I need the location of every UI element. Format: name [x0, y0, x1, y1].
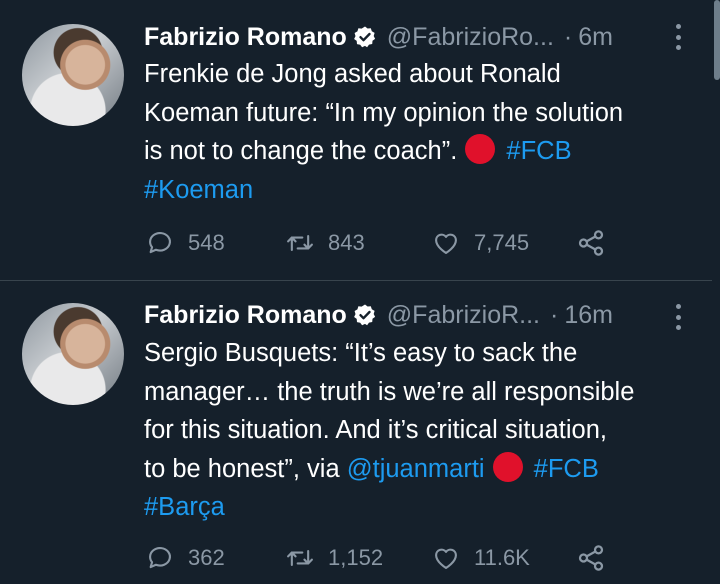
tweet-line: #Barça: [144, 488, 699, 527]
reply-button[interactable]: 362: [146, 544, 286, 572]
retweet-button[interactable]: 843: [286, 229, 432, 257]
tweet-line: Koeman future: “In my opinion the soluti…: [144, 98, 624, 127]
author-handle[interactable]: @FabrizioR...: [387, 301, 540, 330]
tweet-line: for this situation. And it’s critical si…: [144, 416, 607, 444]
reply-icon: [149, 547, 171, 569]
tweet-actions: 362 1,152 11.6K: [146, 543, 606, 573]
tweet-header: Fabrizio Romano @FabrizioR... · 16m: [144, 298, 613, 332]
reply-icon: [149, 232, 171, 254]
avatar[interactable]: [22, 303, 124, 405]
tweet-line-text: to be honest”, via: [144, 454, 347, 483]
tweet-line: is not to change the coach”. #FCB: [144, 132, 699, 171]
hashtag-link[interactable]: #FCB: [534, 455, 599, 483]
author-name[interactable]: Fabrizio Romano: [144, 23, 347, 52]
tweet-line: to be honest”, via @tjuanmarti #FCB: [144, 450, 699, 489]
like-count: 11.6K: [474, 545, 530, 570]
like-icon: [435, 233, 457, 254]
author-name[interactable]: Fabrizio Romano: [144, 301, 347, 330]
retweet-count: 843: [328, 230, 365, 255]
tweet-text: Frenkie de Jong asked about Ronald Koema…: [144, 55, 699, 209]
share-icon: [578, 230, 604, 256]
tweet-header: Fabrizio Romano @FabrizioRo... · 6m: [144, 20, 613, 54]
timestamp[interactable]: 16m: [564, 301, 613, 330]
red-circle-emoji: [465, 134, 496, 164]
tweet-line: Sergio Busquets: “It’s easy to sack the: [144, 339, 578, 367]
avatar[interactable]: [22, 24, 124, 126]
separator: ·: [563, 22, 573, 51]
share-button[interactable]: [576, 543, 606, 573]
verified-badge-icon: [353, 304, 375, 326]
reply-count: 548: [188, 230, 225, 255]
verified-badge-icon: [353, 26, 375, 48]
separator: ·: [549, 300, 559, 329]
more-options-icon[interactable]: [674, 24, 682, 50]
tweet-line-text: is not to change the coach”.: [144, 137, 458, 165]
red-circle-emoji: [492, 451, 523, 482]
more-options-icon[interactable]: [674, 304, 682, 330]
tweet[interactable]: Fabrizio Romano @FabrizioRo... · 6m Fren…: [0, 0, 712, 280]
like-count: 7,745: [474, 230, 530, 255]
tweet-line: Frenkie de Jong asked about Ronald: [144, 60, 561, 88]
tweet-actions: 548 843 7,745: [146, 228, 606, 258]
hashtag-link[interactable]: #FCB: [506, 137, 571, 165]
tweet[interactable]: Fabrizio Romano @FabrizioR... · 16m Serg…: [0, 281, 712, 584]
retweet-button[interactable]: 1,152: [286, 544, 432, 572]
tweet-line: #Koeman: [144, 171, 699, 210]
like-button[interactable]: 7,745: [432, 229, 576, 257]
retweet-icon: [287, 549, 313, 567]
mention-link[interactable]: @tjuanmarti: [347, 455, 485, 483]
reply-button[interactable]: 548: [146, 229, 286, 257]
retweet-icon: [287, 234, 313, 252]
share-button[interactable]: [576, 228, 606, 258]
hashtag-link[interactable]: #Barça: [144, 493, 225, 521]
tweet-line: manager… the truth is we’re all responsi…: [144, 377, 635, 406]
reply-count: 362: [188, 545, 225, 570]
like-icon: [435, 548, 457, 569]
tweet-text: Sergio Busquets: “It’s easy to sack the …: [144, 334, 699, 527]
hashtag-link[interactable]: #Koeman: [144, 176, 253, 204]
scrollbar[interactable]: [714, 0, 720, 80]
timestamp[interactable]: 6m: [578, 23, 613, 52]
like-button[interactable]: 11.6K: [432, 544, 576, 572]
author-handle[interactable]: @FabrizioRo...: [387, 23, 554, 52]
share-icon: [578, 545, 604, 571]
retweet-count: 1,152: [328, 545, 384, 570]
